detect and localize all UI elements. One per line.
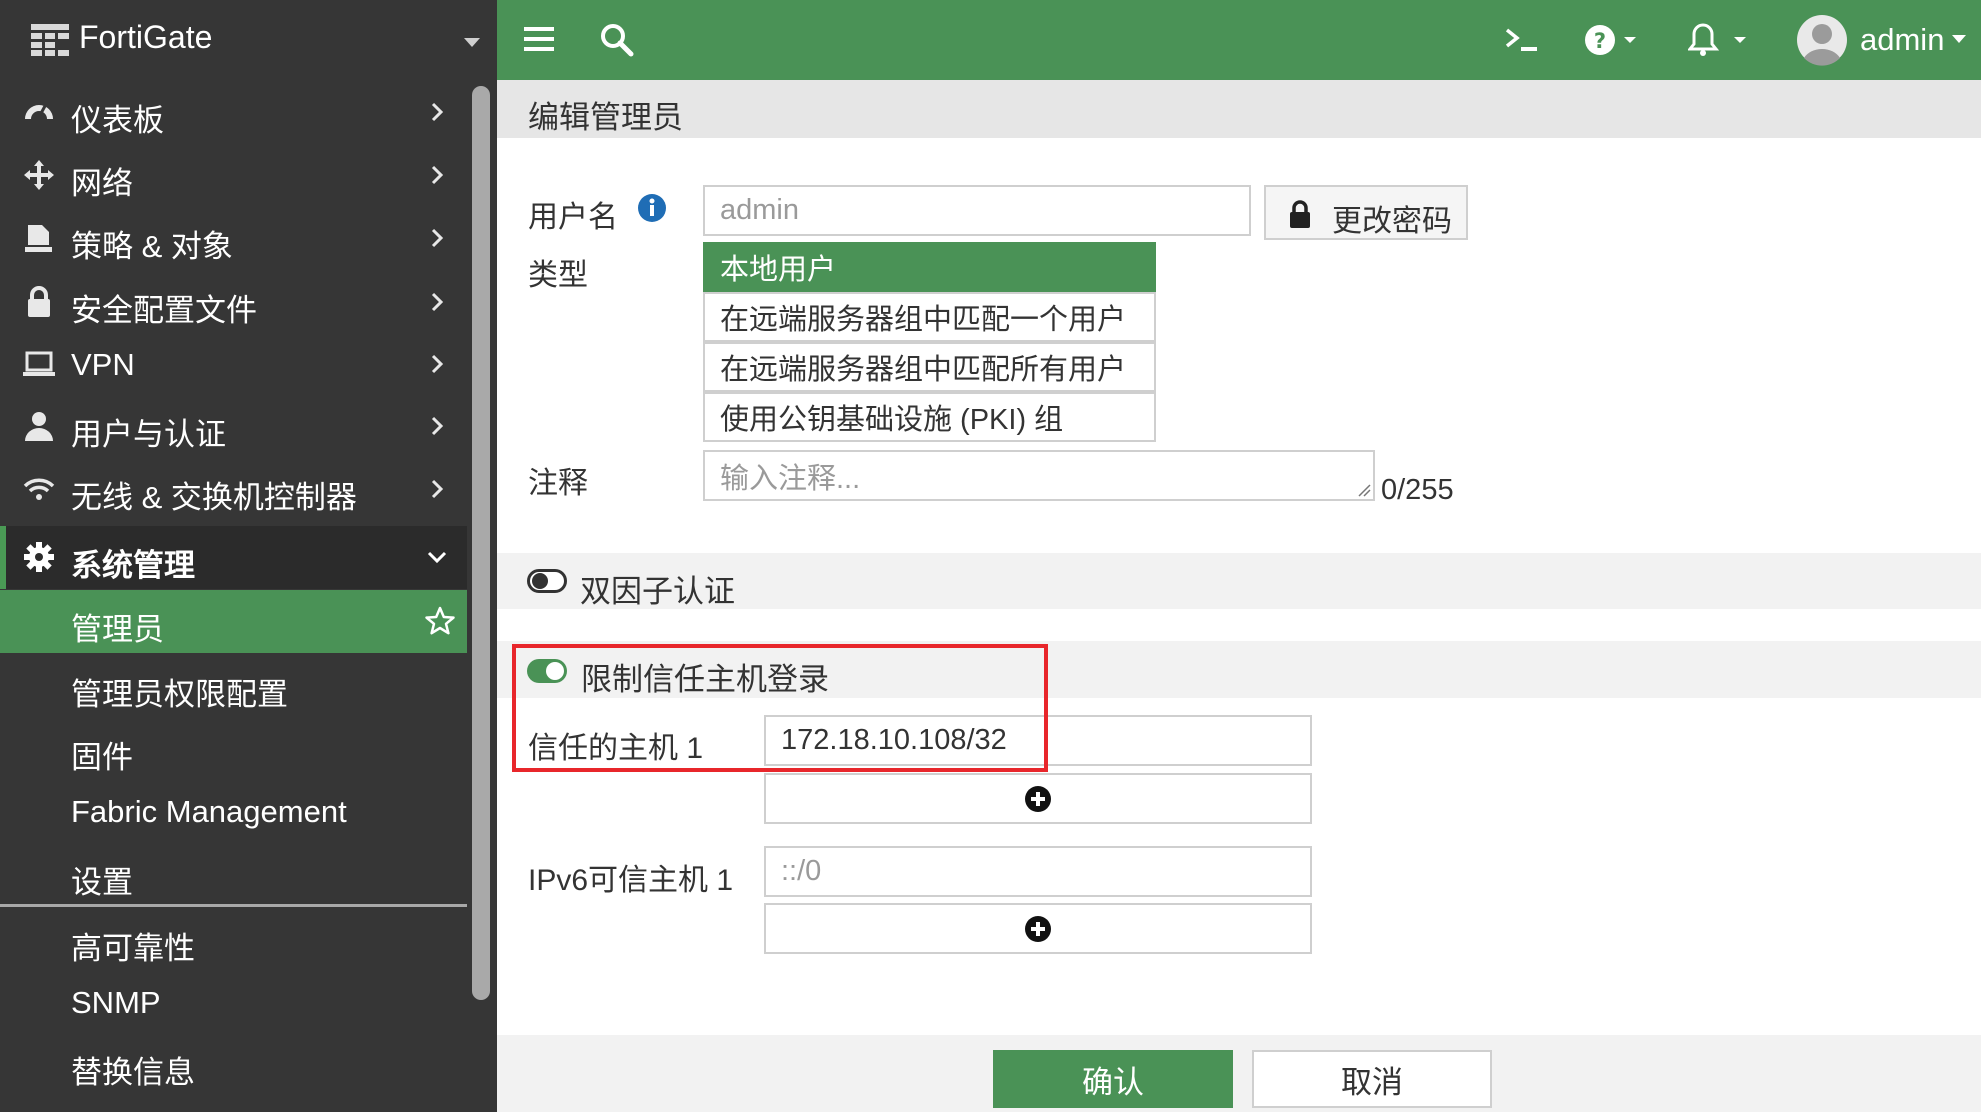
sidebar-subitem-high-availability[interactable]: 高可靠性 — [0, 909, 467, 971]
star-favorite-icon[interactable] — [424, 605, 456, 637]
info-icon[interactable] — [637, 193, 667, 223]
sidebar-subitem-firmware[interactable]: 固件 — [0, 718, 467, 780]
hamburger-menu-icon[interactable] — [524, 26, 554, 52]
two-factor-toggle[interactable] — [527, 569, 567, 593]
sidebar-item-system[interactable]: 系统管理 — [0, 526, 467, 589]
page-header — [497, 80, 1981, 138]
highlight-annotation — [512, 644, 1048, 772]
notification-bell-icon[interactable] — [1688, 22, 1748, 58]
user-menu-caret-icon[interactable] — [1951, 33, 1967, 45]
sidebar-subitem-label: 管理员权限配置 — [71, 677, 288, 712]
sidebar-subitem-label: 设置 — [71, 865, 133, 900]
page-title: 编辑管理员 — [528, 100, 683, 135]
comment-label: 注释 — [528, 467, 588, 500]
sidebar-subitem-label: Fabric Management — [71, 794, 347, 829]
sidebar-item-label: 安全配置文件 — [71, 293, 257, 328]
sidebar-item-wifi-switch[interactable]: 无线 & 交换机控制器 — [0, 458, 467, 520]
ok-button[interactable]: 确认 — [993, 1050, 1233, 1108]
sidebar-subitem-label: 固件 — [71, 740, 133, 775]
ipv6-host-1-label: IPv6可信主机 1 — [528, 864, 734, 897]
chevron-right-icon — [431, 165, 444, 185]
add-circle-icon — [1025, 785, 1051, 812]
policy-document-icon — [25, 225, 52, 252]
type-option-remote-match-all[interactable]: 在远端服务器组中匹配所有用户 — [703, 342, 1156, 392]
toggle-knob — [532, 573, 548, 589]
chevron-right-icon — [431, 102, 444, 122]
change-password-label: 更改密码 — [1332, 205, 1452, 238]
comment-char-count: 0/255 — [1381, 474, 1454, 506]
brand-header[interactable]: FortiGate — [0, 0, 497, 80]
sidebar-item-label: 系统管理 — [71, 548, 195, 583]
add-trusted-host-button[interactable] — [764, 773, 1312, 824]
sidebar-item-label: 网络 — [71, 166, 133, 201]
lock-icon — [1290, 200, 1310, 228]
cancel-button[interactable]: 取消 — [1252, 1050, 1492, 1108]
sidebar-item-vpn[interactable]: VPN — [0, 333, 467, 395]
sidebar-subitem-administrators[interactable]: 管理员 — [0, 590, 467, 653]
brand-caret-icon[interactable] — [464, 38, 480, 47]
sidebar-item-dashboard[interactable]: 仪表板 — [0, 81, 467, 143]
sidebar-subitem-label: 替换信息 — [71, 1055, 195, 1090]
dashboard-icon — [25, 105, 53, 120]
sidebar-scrollbar-thumb[interactable] — [472, 86, 490, 1000]
add-ipv6-host-button[interactable] — [764, 903, 1312, 954]
sidebar-item-label: 用户与认证 — [71, 417, 226, 452]
chevron-right-icon — [431, 292, 444, 312]
sidebar-subitem-replacement-messages[interactable]: 替换信息 — [0, 1033, 467, 1095]
username-label: 用户名 — [528, 201, 618, 234]
sidebar-subitem-admin-profiles[interactable]: 管理员权限配置 — [0, 655, 467, 717]
sidebar-item-label: 策略 & 对象 — [71, 229, 233, 264]
sidebar-item-label: VPN — [71, 347, 135, 382]
type-option-remote-match-one[interactable]: 在远端服务器组中匹配一个用户 — [703, 292, 1156, 342]
sidebar-item-label: 无线 & 交换机控制器 — [71, 480, 357, 515]
sidebar-subitem-snmp[interactable]: SNMP — [0, 971, 467, 1033]
chevron-right-icon — [431, 416, 444, 436]
brand-name: FortiGate — [79, 19, 213, 55]
laptop-icon — [23, 351, 55, 376]
add-circle-icon — [1025, 915, 1051, 942]
change-password-button[interactable]: 更改密码 — [1264, 185, 1468, 240]
wifi-icon — [23, 478, 55, 500]
comment-textarea[interactable]: 输入注释... — [703, 450, 1375, 501]
ipv6-host-1-field[interactable]: ::/0 — [764, 846, 1312, 897]
username-field[interactable]: admin — [703, 185, 1251, 236]
type-label: 类型 — [528, 259, 588, 292]
sidebar-item-security-profiles[interactable]: 安全配置文件 — [0, 271, 467, 333]
sidebar-subitem-fabric-management[interactable]: Fabric Management — [0, 780, 467, 842]
chevron-right-icon — [431, 479, 444, 499]
chevron-right-icon — [431, 354, 444, 374]
user-icon — [25, 412, 53, 441]
sidebar-item-label: 仪表板 — [71, 103, 164, 138]
sidebar-divider — [0, 904, 467, 907]
avatar[interactable] — [1796, 14, 1848, 66]
help-icon[interactable]: ? — [1584, 24, 1638, 56]
two-factor-label: 双因子认证 — [580, 574, 735, 609]
network-move-icon — [24, 160, 54, 190]
type-option-local-user[interactable]: 本地用户 — [703, 242, 1156, 292]
sidebar-item-user-auth[interactable]: 用户与认证 — [0, 395, 467, 457]
top-bar — [497, 0, 1981, 80]
chevron-down-icon — [427, 551, 447, 564]
resize-handle-icon[interactable] — [1357, 483, 1371, 497]
search-icon[interactable] — [600, 23, 634, 57]
sidebar: FortiGate 仪表板 网络 策略 & 对象 安全配置文件 VPN 用户与认… — [0, 0, 497, 1112]
lock-icon — [28, 286, 50, 317]
sidebar-item-policy-objects[interactable]: 策略 & 对象 — [0, 207, 467, 269]
sidebar-subitem-settings[interactable]: 设置 — [0, 843, 467, 905]
form-footer — [497, 1035, 1981, 1112]
gear-icon — [24, 542, 54, 572]
user-name[interactable]: admin — [1860, 22, 1944, 58]
chevron-right-icon — [431, 228, 444, 248]
sidebar-subitem-label: 高可靠性 — [71, 931, 195, 966]
sidebar-item-network[interactable]: 网络 — [0, 144, 467, 206]
svg-text:?: ? — [1594, 29, 1606, 53]
sidebar-subitem-label: SNMP — [71, 985, 161, 1020]
cli-console-icon[interactable] — [1505, 27, 1539, 53]
sidebar-subitem-label: 管理员 — [71, 612, 164, 647]
fortigate-logo-icon — [31, 24, 69, 56]
type-option-pki-group[interactable]: 使用公钥基础设施 (PKI) 组 — [703, 392, 1156, 442]
